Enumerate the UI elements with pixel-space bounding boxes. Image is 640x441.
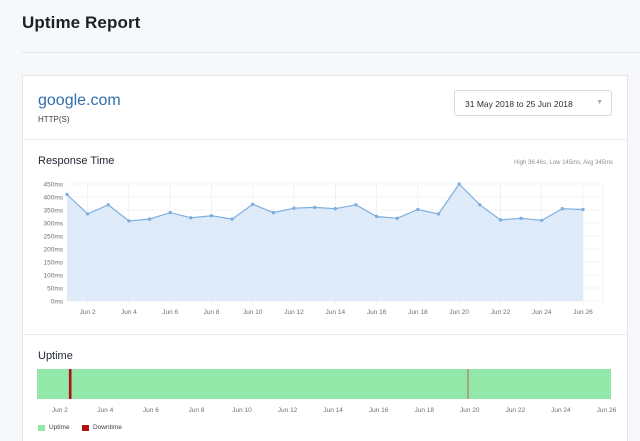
legend-uptime-swatch bbox=[38, 424, 45, 431]
x-tick-label: Jun 6 bbox=[143, 407, 159, 414]
x-tick-label: Jun 12 bbox=[278, 407, 298, 414]
downtime-marker bbox=[467, 369, 469, 399]
x-tick-label: Jun 4 bbox=[97, 407, 113, 414]
x-tick-label: Jun 26 bbox=[597, 407, 617, 414]
x-tick-label: Jun 18 bbox=[414, 407, 434, 414]
x-tick-label: Jun 16 bbox=[369, 407, 389, 414]
x-tick-label: Jun 24 bbox=[551, 407, 571, 414]
legend-downtime-swatch bbox=[82, 424, 89, 431]
x-tick-label: Jun 2 bbox=[52, 407, 68, 414]
x-tick-label: Jun 10 bbox=[232, 407, 252, 414]
x-tick-label: Jun 14 bbox=[323, 407, 343, 414]
x-tick-label: Jun 22 bbox=[506, 407, 526, 414]
legend-uptime: Uptime bbox=[38, 424, 70, 431]
x-tick-label: Jun 20 bbox=[460, 407, 480, 414]
x-tick-label: Jun 8 bbox=[188, 407, 204, 414]
legend-downtime: Downtime bbox=[82, 424, 122, 431]
uptime-bar bbox=[37, 369, 611, 399]
downtime-marker bbox=[68, 369, 72, 399]
page-title: Uptime Report bbox=[22, 13, 141, 32]
title-divider bbox=[22, 52, 640, 53]
uptime-timeline: Jun 2 Jun 4 Jun 6 Jun 8 Jun 10 Jun 12 Jun 14 Ju… bbox=[37, 369, 617, 414]
legend-uptime-label: Uptime bbox=[49, 424, 70, 431]
legend-downtime-label: Downtime bbox=[93, 424, 122, 431]
uptime-report-card: google.com HTTP(S) 31 May 2018 to 25 Jun… bbox=[22, 75, 628, 441]
